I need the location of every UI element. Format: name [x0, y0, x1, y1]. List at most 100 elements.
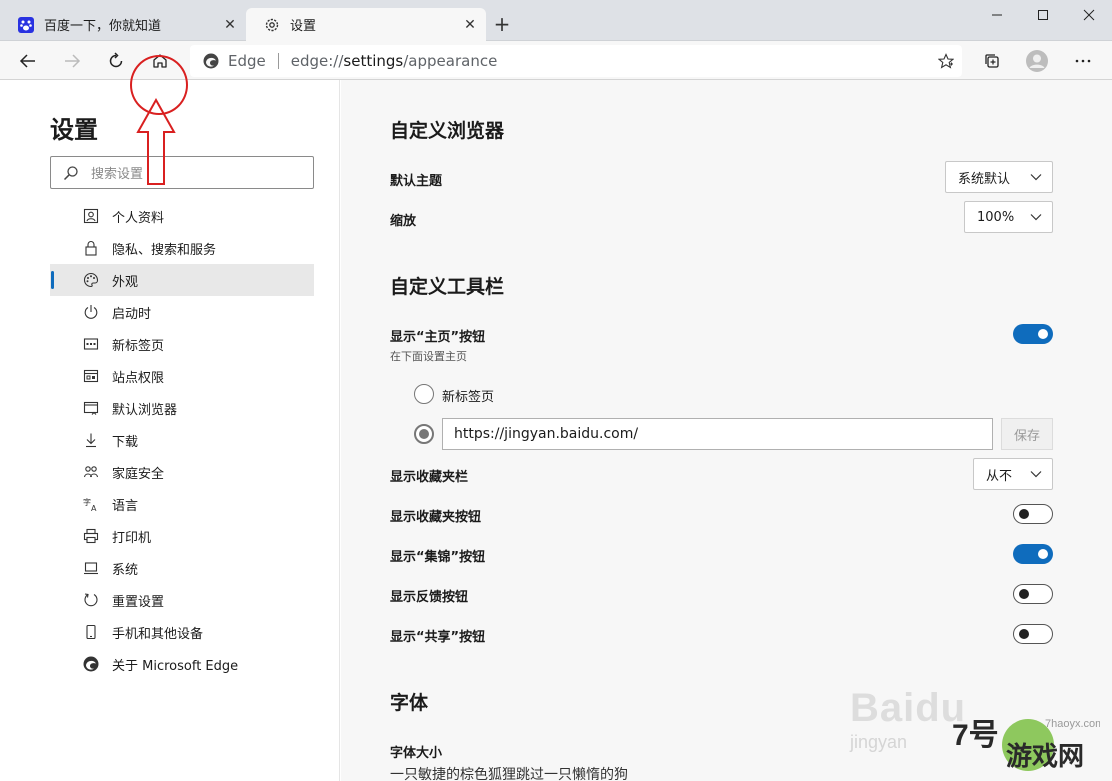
sidebar-item-appearance[interactable]: 外观	[50, 264, 314, 296]
search-icon	[63, 165, 79, 181]
favorites-bar-dropdown[interactable]: 从不	[973, 458, 1053, 490]
feedback-button-label: 显示反馈按钮	[390, 590, 469, 605]
star-icon[interactable]	[930, 45, 962, 77]
palette-icon	[82, 271, 100, 289]
share-button-toggle[interactable]	[1013, 624, 1053, 644]
sidebar-item-reset[interactable]: 重置设置	[50, 584, 314, 616]
site-logo-text: 游戏网	[1006, 742, 1084, 772]
sidebar-item-system[interactable]: 系统	[50, 552, 314, 584]
chevron-down-icon	[1030, 174, 1042, 181]
sidebar-item-downloads[interactable]: 下载	[50, 424, 314, 456]
tab-strip: 百度一下，你就知道 ✕ 设置 ✕ +	[0, 0, 1112, 41]
refresh-icon[interactable]	[100, 45, 132, 77]
site-logo-domain: 7haoyx.com	[1045, 718, 1100, 730]
maximize-icon[interactable]	[1020, 0, 1066, 30]
sidebar-item-label: 启动时	[112, 306, 152, 322]
theme-dropdown[interactable]: 系统默认	[945, 161, 1053, 193]
forward-icon[interactable]	[56, 45, 88, 77]
sidebar-item-startup[interactable]: 启动时	[50, 296, 314, 328]
settings-main: 自定义浏览器 默认主题 系统默认 缩放 100% 自定义工具栏 显示“主页”按钮…	[341, 80, 1112, 781]
default-browser-icon	[82, 399, 100, 417]
collections-icon[interactable]	[976, 45, 1008, 77]
site-logo-watermark: 7号 游戏网 7haoyx.com	[952, 718, 1100, 772]
home-url-field[interactable]: https://jingyan.baidu.com/	[442, 418, 993, 450]
close-icon[interactable]: ✕	[460, 15, 480, 35]
sidebar-item-about[interactable]: 关于 Microsoft Edge	[50, 648, 314, 680]
home-button-toggle[interactable]	[1013, 324, 1053, 344]
zoom-dropdown[interactable]: 100%	[964, 201, 1053, 233]
sidebar-item-label: 站点权限	[112, 370, 165, 386]
sidebar-item-printers[interactable]: 打印机	[50, 520, 314, 552]
share-button-label: 显示“共享”按钮	[390, 630, 486, 645]
url-path: /appearance	[403, 52, 498, 70]
section-heading-customize-browser: 自定义浏览器	[390, 120, 505, 142]
sidebar-item-default-browser[interactable]: 默认浏览器	[50, 392, 314, 424]
home-button-label: 显示“主页”按钮	[390, 330, 486, 345]
system-icon	[82, 559, 100, 577]
radio-new-tab[interactable]	[414, 384, 434, 404]
sidebar-item-privacy[interactable]: 隐私、搜索和服务	[50, 232, 314, 264]
sidebar-item-label: 重置设置	[112, 594, 165, 610]
sidebar-item-new-tab[interactable]: 新标签页	[50, 328, 314, 360]
minimize-icon[interactable]	[974, 0, 1020, 30]
collections-button-toggle[interactable]	[1013, 544, 1053, 564]
edge-logo-icon	[202, 52, 220, 70]
more-options-icon[interactable]	[1067, 45, 1099, 77]
sidebar-item-label: 个人资料	[112, 210, 165, 226]
sidebar-item-label: 下载	[112, 434, 139, 450]
site-permissions-icon	[82, 367, 100, 385]
close-icon[interactable]: ✕	[220, 15, 240, 35]
tab-baidu[interactable]: 百度一下，你就知道 ✕	[0, 8, 246, 41]
chevron-down-icon	[1030, 214, 1042, 221]
printer-icon	[82, 527, 100, 545]
address-bar[interactable]: Edge edge://settings/appearance	[190, 45, 962, 77]
sidebar-item-label: 语言	[112, 498, 139, 514]
tab-title: 设置	[290, 19, 317, 34]
gear-icon	[264, 17, 280, 33]
font-size-label: 字体大小	[390, 746, 443, 761]
annotation-up-arrow-icon	[136, 98, 176, 185]
favorites-button-toggle[interactable]	[1013, 504, 1053, 524]
tab-settings[interactable]: 设置 ✕	[246, 8, 486, 41]
svg-text:A: A	[91, 504, 97, 512]
url-scheme: edge://	[290, 52, 344, 70]
radio-new-tab-label: 新标签页	[442, 390, 495, 405]
radio-custom-url[interactable]	[414, 424, 434, 444]
sidebar-item-profile[interactable]: 个人资料	[50, 200, 314, 232]
theme-value: 系统默认	[958, 171, 1011, 187]
sidebar-item-site-permissions[interactable]: 站点权限	[50, 360, 314, 392]
tab-title: 百度一下，你就知道	[44, 19, 162, 34]
search-input[interactable]: 搜索设置	[50, 156, 314, 189]
url-host: settings	[343, 52, 404, 70]
address-divider	[277, 53, 279, 69]
back-icon[interactable]	[12, 45, 44, 77]
profile-icon	[82, 207, 100, 225]
reset-icon	[82, 591, 100, 609]
feedback-button-toggle[interactable]	[1013, 584, 1053, 604]
new-tab-button[interactable]: +	[490, 12, 514, 36]
favorites-bar-label: 显示收藏夹栏	[390, 470, 469, 485]
baidu-watermark: Baidu	[850, 686, 967, 730]
section-heading-customize-toolbar: 自定义工具栏	[390, 276, 505, 298]
font-preview-text: 一只敏捷的棕色狐狸跳过一只懒惰的狗	[390, 767, 628, 781]
favorites-button-label: 显示收藏夹按钮	[390, 510, 482, 525]
collections-button-label: 显示“集锦”按钮	[390, 550, 486, 565]
sidebar-item-label: 关于 Microsoft Edge	[112, 658, 239, 674]
svg-text:字: 字	[83, 497, 91, 507]
sidebar-item-label: 外观	[112, 274, 139, 290]
home-url-value: https://jingyan.baidu.com/	[454, 426, 639, 442]
sidebar-item-languages[interactable]: 字A 语言	[50, 488, 314, 520]
address-url[interactable]: edge://settings/appearance	[291, 52, 930, 70]
window-close-icon[interactable]	[1066, 0, 1112, 30]
jingyan-watermark: jingyan	[850, 732, 908, 752]
baidu-paw-icon	[18, 16, 34, 33]
section-heading-fonts: 字体	[390, 692, 429, 714]
sidebar-item-label: 打印机	[112, 530, 152, 546]
avatar[interactable]	[1021, 45, 1053, 77]
save-button[interactable]: 保存	[1001, 418, 1053, 450]
sidebar-item-family[interactable]: 家庭安全	[50, 456, 314, 488]
sidebar-item-label: 默认浏览器	[112, 402, 178, 418]
sidebar-item-label: 新标签页	[112, 338, 165, 354]
sidebar-item-phone[interactable]: 手机和其他设备	[50, 616, 314, 648]
lock-icon	[82, 239, 100, 257]
